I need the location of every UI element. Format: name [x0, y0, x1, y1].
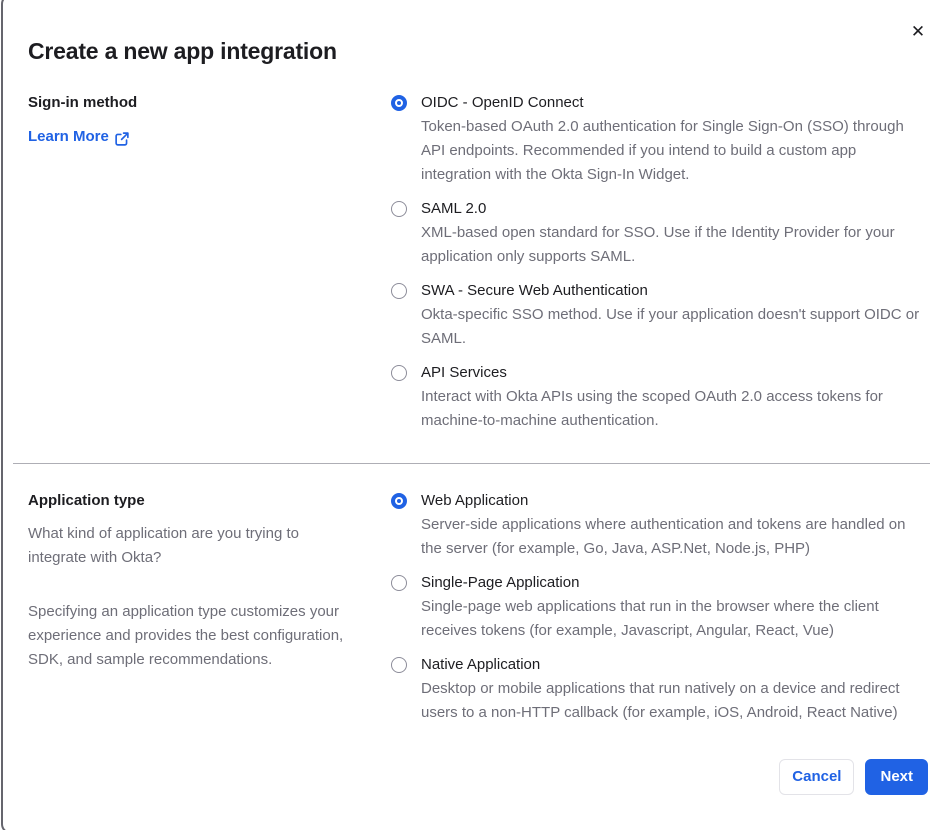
application-type-help-text: Specifying an application type customize…	[28, 603, 344, 668]
learn-more-label: Learn More	[28, 128, 109, 145]
cancel-button[interactable]: Cancel	[779, 759, 855, 795]
modal-header: Create a new app integration	[0, 0, 950, 66]
close-icon[interactable]: ✕	[906, 20, 930, 44]
option-body: API Services Interact with Okta APIs usi…	[421, 361, 928, 433]
option-body: OIDC - OpenID Connect Token-based OAuth …	[421, 91, 928, 187]
option-body: Web Application Server-side applications…	[421, 489, 928, 561]
signin-method-label: Sign-in method	[28, 94, 138, 111]
radio-button-api-services[interactable]	[391, 365, 407, 381]
application-type-left-column: Application type What kind of applicatio…	[28, 489, 391, 725]
signin-method-section: Sign-in method Learn More OIDC - OpenID …	[0, 91, 950, 433]
radio-button-single-page-application[interactable]	[391, 575, 407, 591]
option-label-oidc[interactable]: OIDC - OpenID Connect	[421, 91, 928, 115]
option-label-swa[interactable]: SWA - Secure Web Authentication	[421, 279, 928, 303]
radio-button-native-application[interactable]	[391, 657, 407, 673]
application-type-options: Web Application Server-side applications…	[391, 489, 928, 725]
radio-button-oidc[interactable]	[391, 95, 407, 111]
option-body: SWA - Secure Web Authentication Okta-spe…	[421, 279, 928, 351]
radio-option-oidc[interactable]: OIDC - OpenID Connect Token-based OAuth …	[391, 91, 928, 187]
option-description-saml: XML-based open standard for SSO. Use if …	[421, 224, 895, 265]
option-body: SAML 2.0 XML-based open standard for SSO…	[421, 197, 928, 269]
signin-method-left-column: Sign-in method Learn More	[28, 91, 391, 433]
option-label-saml[interactable]: SAML 2.0	[421, 197, 928, 221]
option-description-swa: Okta-specific SSO method. Use if your ap…	[421, 306, 920, 347]
radio-button-web-application[interactable]	[391, 493, 407, 509]
radio-option-single-page-application[interactable]: Single-Page Application Single-page web …	[391, 571, 928, 643]
application-type-question: What kind of application are you trying …	[28, 525, 299, 566]
signin-method-options: OIDC - OpenID Connect Token-based OAuth …	[391, 91, 928, 433]
external-link-icon	[115, 130, 129, 146]
radio-option-web-application[interactable]: Web Application Server-side applications…	[391, 489, 928, 561]
application-type-section: Application type What kind of applicatio…	[0, 489, 950, 725]
radio-option-native-application[interactable]: Native Application Desktop or mobile app…	[391, 653, 928, 725]
option-body: Single-Page Application Single-page web …	[421, 571, 928, 643]
option-body: Native Application Desktop or mobile app…	[421, 653, 928, 725]
option-label-native-application[interactable]: Native Application	[421, 653, 928, 677]
section-divider	[13, 463, 930, 464]
radio-button-swa[interactable]	[391, 283, 407, 299]
modal-footer: Cancel Next	[0, 759, 950, 819]
option-label-api-services[interactable]: API Services	[421, 361, 928, 385]
radio-option-api-services[interactable]: API Services Interact with Okta APIs usi…	[391, 361, 928, 433]
application-type-label: Application type	[28, 492, 145, 509]
option-description-api-services: Interact with Okta APIs using the scoped…	[421, 388, 883, 429]
option-description-single-page-application: Single-page web applications that run in…	[421, 598, 879, 639]
modal-title: Create a new app integration	[28, 38, 337, 64]
option-description-oidc: Token-based OAuth 2.0 authentication for…	[421, 118, 904, 183]
option-label-single-page-application[interactable]: Single-Page Application	[421, 571, 928, 595]
radio-button-saml[interactable]	[391, 201, 407, 217]
radio-option-swa[interactable]: SWA - Secure Web Authentication Okta-spe…	[391, 279, 928, 351]
option-label-web-application[interactable]: Web Application	[421, 489, 928, 513]
option-description-web-application: Server-side applications where authentic…	[421, 516, 906, 557]
option-description-native-application: Desktop or mobile applications that run …	[421, 680, 900, 721]
next-button[interactable]: Next	[865, 759, 928, 795]
radio-option-saml[interactable]: SAML 2.0 XML-based open standard for SSO…	[391, 197, 928, 269]
learn-more-link[interactable]: Learn More	[28, 125, 129, 149]
